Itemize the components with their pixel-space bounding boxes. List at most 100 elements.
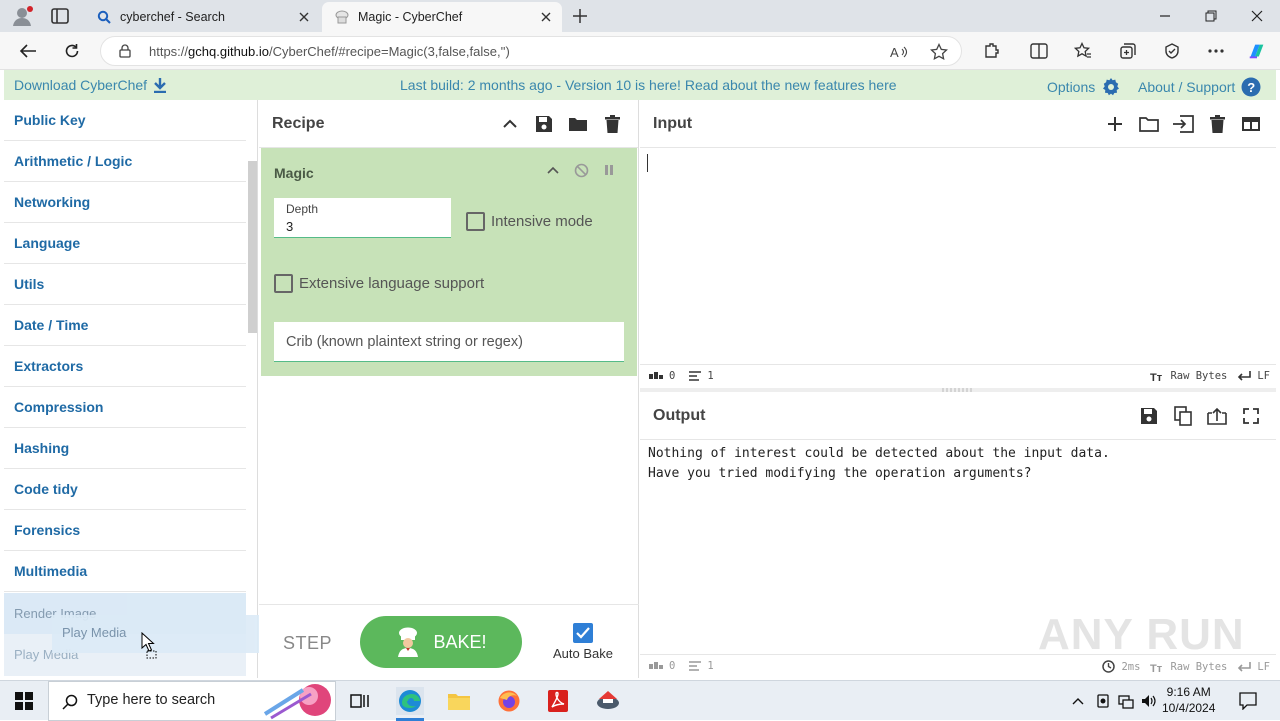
lock-icon[interactable] <box>117 43 133 59</box>
show-hidden-icons-chevron[interactable] <box>1070 693 1086 709</box>
category-date-time[interactable]: Date / Time <box>4 305 246 346</box>
recipe-operation-magic[interactable]: Magic Depth 3 Intensive mode Extensive l… <box>261 148 637 376</box>
category-arithmetic-logic[interactable]: Arithmetic / Logic <box>4 141 246 182</box>
profile-icon[interactable] <box>10 5 34 27</box>
copilot-icon[interactable] <box>1247 41 1267 61</box>
acrobat-reader-icon[interactable] <box>544 687 572 715</box>
category-compression[interactable]: Compression <box>4 387 246 428</box>
tab-actions-icon[interactable] <box>50 7 70 25</box>
category-networking[interactable]: Networking <box>4 182 246 223</box>
bake-button[interactable]: BAKE! <box>360 616 522 668</box>
input-title: Input <box>653 114 693 132</box>
pause-breakpoint-icon[interactable] <box>601 162 617 178</box>
clear-recipe-trash-icon[interactable] <box>601 113 623 135</box>
url-field[interactable]: https://gchq.github.io/CyberChef/#recipe… <box>100 36 962 66</box>
extensive-language-label: Extensive language support <box>299 275 485 292</box>
input-textarea[interactable] <box>645 152 1271 362</box>
output-text[interactable]: Nothing of interest could be detected ab… <box>648 444 1110 484</box>
input-encoding-selector[interactable]: Tт Raw Bytes <box>1150 370 1227 382</box>
category-multimedia[interactable]: Multimedia <box>4 551 246 592</box>
load-recipe-folder-icon[interactable] <box>567 113 589 135</box>
about-support-button[interactable]: About / Support ? <box>1138 77 1261 97</box>
svg-text:Tт: Tт <box>1150 372 1163 382</box>
clear-input-trash-icon[interactable] <box>1206 113 1228 135</box>
category-public-key[interactable]: Public Key <box>4 100 246 141</box>
cyberchef-chef-icon <box>334 9 350 25</box>
replace-input-with-output-icon[interactable] <box>1206 405 1228 427</box>
download-cyberchef-link[interactable]: Download CyberChef <box>14 77 167 93</box>
output-eol-selector[interactable]: LF <box>1237 661 1270 673</box>
add-tab-plus-icon[interactable] <box>1104 113 1126 135</box>
operation-name: Magic <box>274 165 314 181</box>
system-clock[interactable]: 9:16 AM 10/4/2024 <box>1162 684 1215 716</box>
save-recipe-icon[interactable] <box>533 113 555 135</box>
unknown-app-tray-icon[interactable] <box>594 687 622 715</box>
copy-output-icon[interactable] <box>1172 405 1194 427</box>
new-tab-plus-icon[interactable] <box>570 6 590 26</box>
read-aloud-icon[interactable]: A <box>889 42 909 62</box>
category-forensics[interactable]: Forensics <box>4 510 246 551</box>
intensive-mode-checkbox[interactable]: Intensive mode <box>466 212 593 231</box>
input-line-count: 1 <box>689 370 714 382</box>
crib-input[interactable] <box>274 322 624 361</box>
back-arrow-icon[interactable] <box>18 41 38 61</box>
category-code-tidy[interactable]: Code tidy <box>4 469 246 510</box>
volume-icon[interactable] <box>1141 693 1157 709</box>
minimize-icon[interactable] <box>1156 8 1174 24</box>
open-folder-icon[interactable] <box>1138 113 1160 135</box>
firefox-icon[interactable] <box>495 687 523 715</box>
category-utils[interactable]: Utils <box>4 264 246 305</box>
bake-label: BAKE! <box>433 631 487 652</box>
category-language[interactable]: Language <box>4 223 246 264</box>
tray-device-icon[interactable] <box>1095 693 1111 709</box>
disable-operation-icon[interactable] <box>573 162 589 178</box>
close-tab-icon[interactable] <box>538 9 554 25</box>
notifications-icon[interactable] <box>1239 692 1257 710</box>
maximise-output-icon[interactable] <box>1240 405 1262 427</box>
collapse-chevron-icon[interactable] <box>499 113 521 135</box>
depth-value: 3 <box>286 219 294 234</box>
return-arrow-icon <box>1237 371 1252 381</box>
save-output-icon[interactable] <box>1138 405 1160 427</box>
input-eol-selector[interactable]: LF <box>1237 370 1270 382</box>
banner-message-link[interactable]: Last build: 2 months ago - Version 10 is… <box>400 77 897 93</box>
minimise-arguments-chevron-icon[interactable] <box>545 162 561 178</box>
task-view-icon[interactable] <box>346 687 374 715</box>
output-encoding-selector[interactable]: Tт Raw Bytes <box>1150 661 1227 673</box>
more-options-icon[interactable] <box>1206 41 1226 61</box>
category-hashing[interactable]: Hashing <box>4 428 246 469</box>
line-count-icon <box>689 371 702 381</box>
network-icon[interactable] <box>1118 693 1134 709</box>
refresh-icon[interactable] <box>62 41 82 61</box>
extensive-language-support-checkbox[interactable]: Extensive language support <box>274 274 484 293</box>
crib-field[interactable] <box>274 322 624 362</box>
reset-layout-icon[interactable] <box>1240 113 1262 135</box>
windows-start-icon[interactable] <box>0 681 48 721</box>
tab-cyberchef-search[interactable]: cyberchef - Search <box>84 2 320 32</box>
output-char-count: 0 <box>649 660 675 672</box>
operations-scrollbar[interactable] <box>248 161 257 333</box>
extensions-icon[interactable] <box>981 41 1001 61</box>
split-screen-icon[interactable] <box>1029 41 1049 61</box>
bake-controls: STEP BAKE! Auto Bake <box>259 604 639 678</box>
browser-essentials-icon[interactable] <box>1162 41 1182 61</box>
step-button[interactable]: STEP <box>283 633 332 654</box>
auto-bake-checkbox[interactable]: Auto Bake <box>551 623 615 661</box>
restore-icon[interactable] <box>1202 8 1220 24</box>
taskbar-search-input[interactable] <box>87 692 237 708</box>
category-extractors[interactable]: Extractors <box>4 346 246 387</box>
depth-field[interactable]: Depth 3 <box>274 198 451 238</box>
file-explorer-icon[interactable] <box>445 687 473 715</box>
tab-magic-cyberchef[interactable]: Magic - CyberChef <box>322 2 562 32</box>
edge-browser-icon[interactable] <box>396 687 424 715</box>
favorites-icon[interactable] <box>1073 41 1093 61</box>
options-button[interactable]: Options <box>1047 77 1121 97</box>
text-encoding-icon: Tт <box>1150 661 1164 673</box>
taskbar-search-box[interactable] <box>48 681 336 721</box>
text-caret <box>647 154 648 172</box>
close-window-icon[interactable] <box>1248 8 1266 24</box>
collections-icon[interactable] <box>1118 41 1138 61</box>
open-file-import-icon[interactable] <box>1172 113 1194 135</box>
favorite-star-icon[interactable] <box>929 42 949 62</box>
close-tab-icon[interactable] <box>296 9 312 25</box>
